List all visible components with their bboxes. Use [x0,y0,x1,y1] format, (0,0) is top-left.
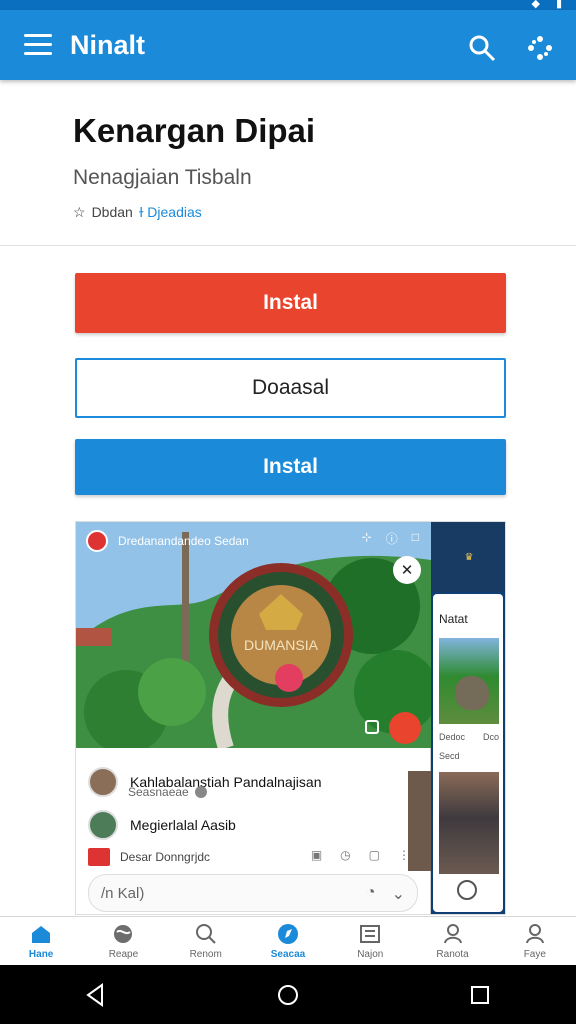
nav-ranota[interactable]: Ranota [417,923,489,960]
star-icon: ☆ [73,204,86,220]
badge-text: DUMANSIA [244,637,319,653]
bottom-navigation: Hane Reape Renom Seacaa Najon Ranota Fay… [0,916,576,965]
account-icon [525,923,544,943]
post-subtitle: Seasnaeae [128,785,189,799]
app-title: Ninalt [70,30,146,60]
nav-label: Hane [28,948,54,960]
hero-illustration: DUMANSIA [76,522,431,748]
meta-text: Dbdan [91,204,133,220]
shop-actions: ▣ ◷ ▢ ⋮ [311,848,410,862]
side-meta: Dedoc Dco [439,732,499,742]
clock-icon[interactable]: ◷ [340,848,350,862]
page-title: Kenargan Dipai [73,112,316,149]
record-button[interactable] [389,712,421,744]
send-icon[interactable]: ⌄ [392,884,405,904]
side-meta-left: Dedoc [439,732,466,742]
side-panel: ♛ Natat Dedoc Dco Secd [431,522,505,914]
avatar [88,810,118,840]
secondary-button[interactable]: Doaasal [75,358,506,418]
nav-seacaa[interactable]: Seacaa [252,923,324,960]
battery-icon: ▮ [555,0,562,10]
side-header: ♛ [431,522,505,592]
home-icon [32,925,51,943]
recent-apps-icon[interactable] [460,975,500,1015]
shop-icon [88,848,110,866]
globe-icon [114,924,133,943]
second-post-title: Megierlalal Aasib [130,817,236,833]
post-subtitle-row: Seasnaeae [128,785,207,799]
side-photo [439,772,499,874]
status-bar: ◆ ▮ [0,0,576,10]
compose-placeholder: /n Kal) [101,884,145,902]
system-navigation [0,965,576,1024]
shop-label: Desar Donngrjdc [120,850,211,864]
meta-link[interactable]: ɫ Djeadias [139,204,202,221]
back-icon[interactable] [76,975,116,1015]
side-thumbnail [439,638,499,724]
nav-label: Najon [357,948,384,960]
settings-icon [194,786,207,798]
shop-row[interactable]: Desar Donngrjdc ▣ ◷ ▢ ⋮ [88,848,418,866]
news-icon [360,924,381,943]
signal-icon: ◆ [531,0,540,10]
nav-label: Renom [189,948,222,960]
home-button-icon[interactable] [268,975,308,1015]
nav-najon[interactable]: Najon [334,923,406,960]
profile-icon [443,923,462,943]
person-icon[interactable] [457,880,477,900]
hero-top-bar: Dredanandandeo Sedan [86,530,249,552]
preview-main-screen: DUMANSIA Dredanandandeo Sedan ⊹ ⓘ □ ✕ Ka… [76,522,432,914]
compose-input[interactable]: /n Kal) ◔ ⌄ [88,874,418,912]
app-logo-icon [86,530,108,552]
cast-icon[interactable]: ⊹ [362,530,372,547]
search-icon [195,923,216,944]
page-subtitle: Nenagjaian Tisbaln [73,166,252,189]
nav-faye[interactable]: Faye [499,923,571,960]
hero-image: DUMANSIA Dredanandandeo Sedan ⊹ ⓘ □ ✕ [76,522,431,748]
nav-renom[interactable]: Renom [170,923,242,960]
app-meta: ☆ Dbdan ɫ Djeadias [73,204,202,221]
camera-icon[interactable]: ◔ [366,884,376,904]
square-icon[interactable]: □ [412,530,419,547]
app-bar: Ninalt [0,10,576,80]
status-icons: ◆ ▮ [531,0,562,10]
post-row[interactable]: Megierlalal Aasib [88,810,236,840]
calendar-icon[interactable]: ▢ [369,848,380,862]
search-icon[interactable] [468,34,496,62]
close-icon[interactable]: ✕ [393,556,421,584]
more-icon[interactable]: ⋮ [398,848,410,862]
info-icon[interactable]: ⓘ [386,530,398,547]
nav-label: Seacaa [270,948,306,960]
hero-tools: ⊹ ⓘ □ [362,530,419,547]
menu-icon[interactable] [24,34,52,56]
side-title: Natat [439,612,468,626]
nav-label: Ranota [436,948,469,960]
app-header: Kenargan Dipai Nenagjaian Tisbaln ☆ Dbda… [0,82,576,246]
nav-reape[interactable]: Reape [87,923,159,960]
image-icon[interactable] [365,720,379,734]
nav-home[interactable]: Hane [5,923,77,960]
apps-icon[interactable] [526,34,554,62]
compass-icon [277,923,298,944]
hero-label: Dredanandandeo Sedan [118,534,249,548]
third-button[interactable]: Instal [75,439,506,495]
nav-label: Faye [523,948,546,960]
avatar [88,767,118,797]
side-small-label: Secd [439,751,460,761]
app-preview: DUMANSIA Dredanandandeo Sedan ⊹ ⓘ □ ✕ Ka… [75,521,506,915]
side-meta-right: Dco [482,732,499,742]
compose-actions: ◔ ⌄ [366,884,405,904]
side-logo-icon: ♛ [464,551,474,563]
nav-label: Reape [108,948,139,960]
side-card[interactable]: Natat Dedoc Dco Secd [433,594,503,912]
bookmark-icon[interactable]: ▣ [311,848,322,862]
install-button[interactable]: Instal [75,273,506,333]
